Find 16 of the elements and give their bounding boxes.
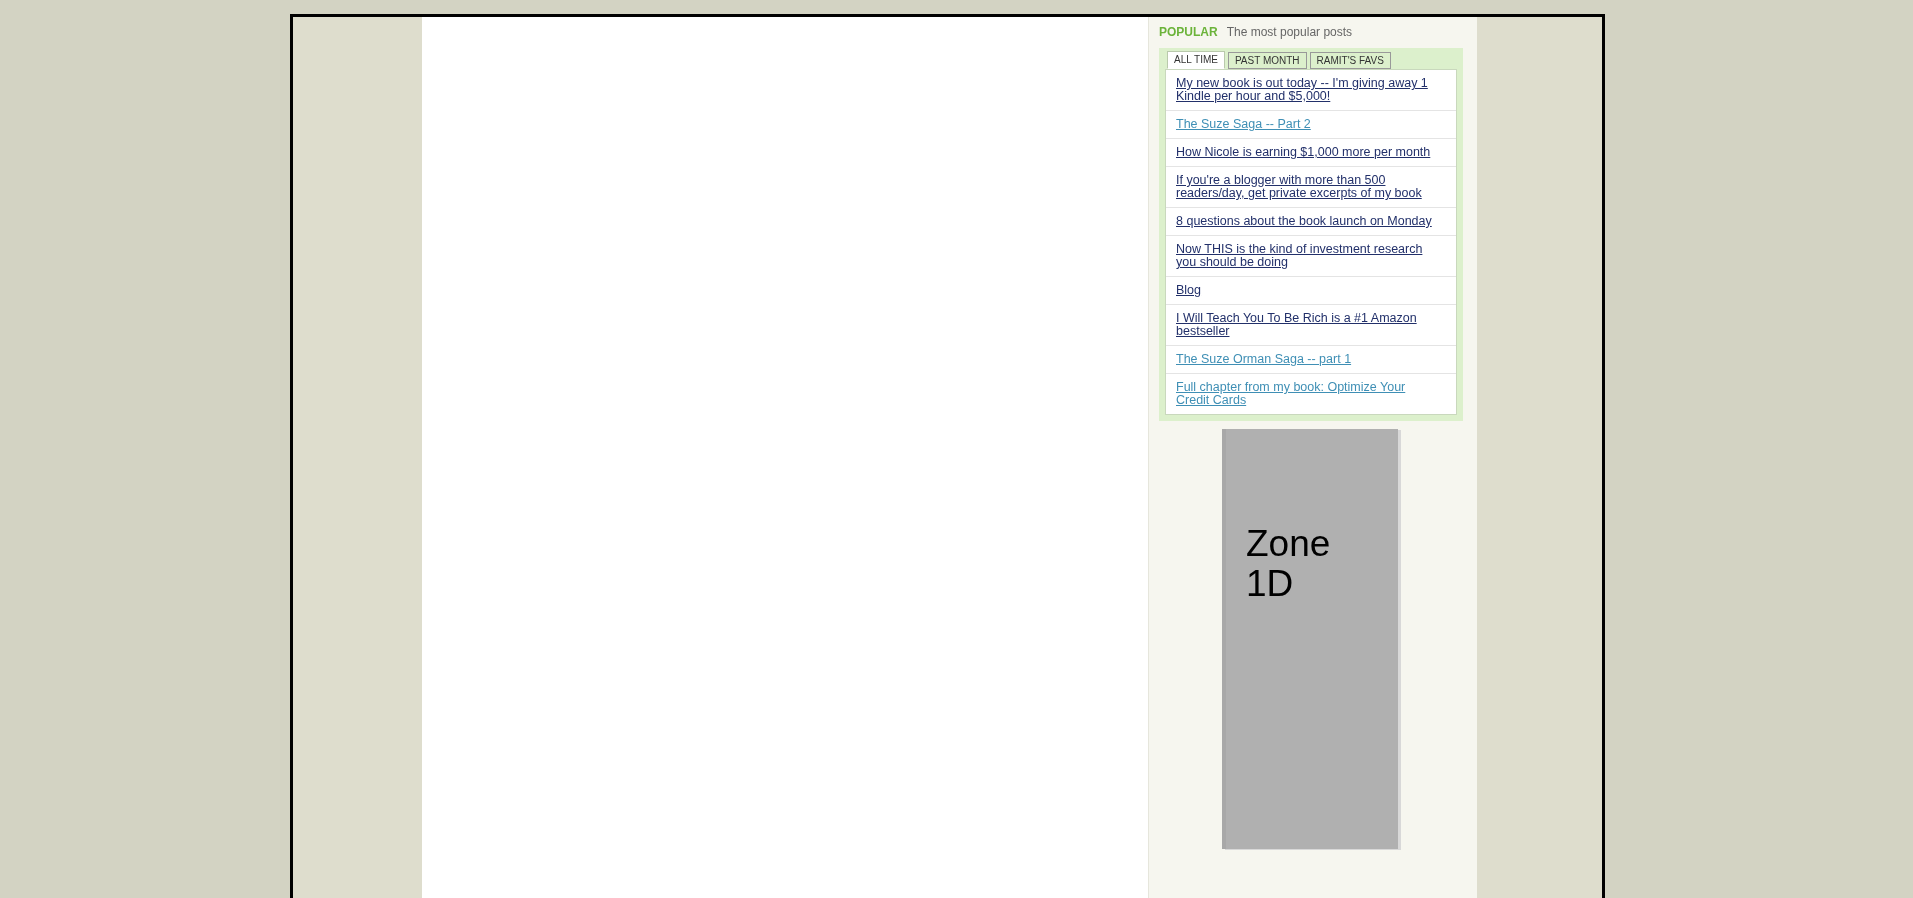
- tab[interactable]: ALL TIME: [1167, 51, 1225, 69]
- post-link[interactable]: I Will Teach You To Be Rich is a #1 Amazon bestseller: [1176, 312, 1432, 338]
- post-link[interactable]: 8 questions about the book launch on Monday: [1176, 215, 1432, 228]
- section-subheading: The most popular posts: [1226, 24, 1353, 41]
- post-link[interactable]: How Nicole is earning $1,000 more per month: [1176, 146, 1432, 159]
- ad-zone-label: Zone 1D: [1246, 524, 1332, 604]
- post-link[interactable]: Now THIS is the kind of investment research you should be doing: [1176, 243, 1432, 269]
- tab[interactable]: RAMIT'S FAVS: [1309, 52, 1391, 69]
- section-heading: POPULAR: [1159, 24, 1218, 41]
- post-link[interactable]: My new book is out today -- I'm giving away 1 Kindle per hour and $5,000!: [1176, 77, 1432, 103]
- post-link[interactable]: If you're a blogger with more than 500 readers/day, get private excerpts of my book: [1176, 174, 1432, 200]
- post-link[interactable]: The Suze Saga -- Part 2: [1176, 118, 1432, 131]
- tab[interactable]: PAST MONTH: [1227, 52, 1307, 69]
- post-link[interactable]: Blog: [1176, 284, 1432, 297]
- post-link[interactable]: The Suze Orman Saga -- part 1: [1176, 353, 1432, 366]
- post-link[interactable]: Full chapter from my book: Optimize Your Credit Cards: [1176, 381, 1432, 407]
